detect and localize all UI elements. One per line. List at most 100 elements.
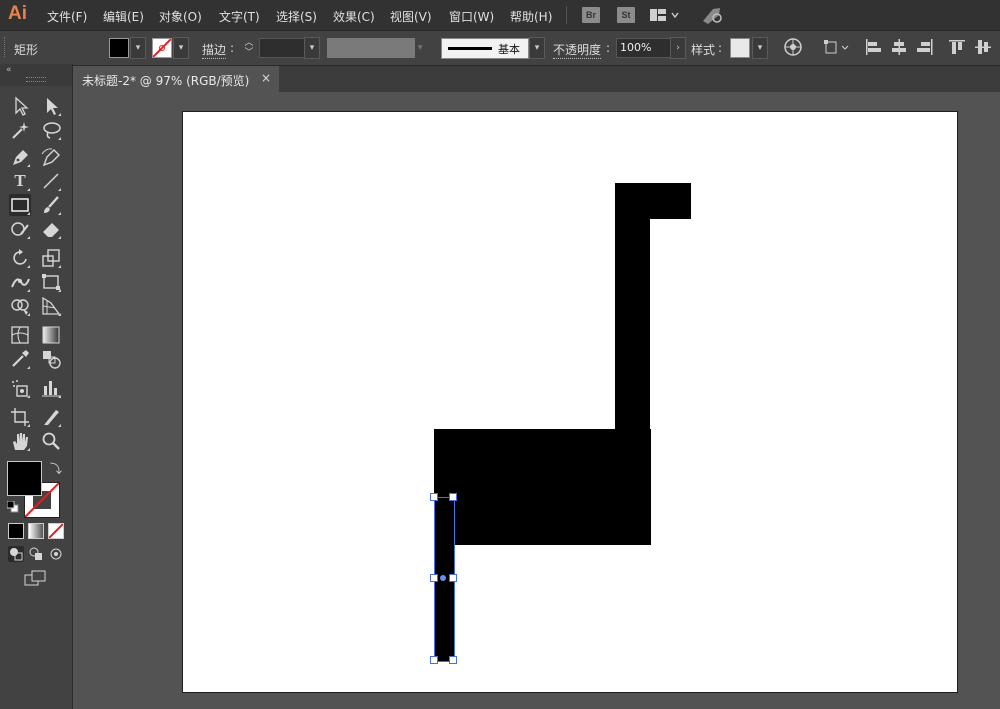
column-graph-tool[interactable] (40, 377, 62, 399)
color-mode-button[interactable] (8, 523, 24, 539)
none-mode-button[interactable] (48, 523, 64, 539)
blend-tool[interactable] (40, 348, 62, 370)
menu-window[interactable]: 窗口(W) (449, 8, 494, 25)
resize-handle-middle-left[interactable] (430, 574, 438, 582)
fill-color-box[interactable] (7, 461, 42, 496)
resize-handle-top-right[interactable] (449, 493, 457, 501)
mesh-tool[interactable] (9, 324, 31, 346)
rotate-tool[interactable] (9, 247, 31, 269)
align-center-button[interactable] (890, 38, 908, 56)
align-left-button[interactable] (864, 38, 882, 56)
scale-tool[interactable] (40, 247, 62, 269)
menu-bar: Ai 文件(F) 编辑(E) 对象(O) 文字(T) 选择(S) 效果(C) 视… (0, 0, 1000, 30)
graphic-style-swatch[interactable] (730, 38, 750, 58)
stroke-dropdown[interactable]: ▾ (173, 37, 189, 59)
draw-behind-button[interactable] (28, 546, 44, 565)
direct-selection-tool[interactable] (40, 95, 62, 117)
default-colors-button[interactable] (6, 500, 19, 516)
stock-button[interactable]: St (617, 7, 635, 23)
shape-builder-tool[interactable] (9, 295, 31, 317)
perspective-grid-tool[interactable] (40, 295, 62, 317)
menu-view[interactable]: 视图(V) (390, 8, 432, 25)
gradient-tool[interactable] (40, 324, 62, 346)
panel-grip[interactable] (4, 37, 8, 57)
stroke-swatch[interactable] (152, 38, 172, 58)
artboard[interactable] (182, 111, 958, 693)
close-tab-button[interactable]: × (261, 71, 271, 85)
menu-effect[interactable]: 效果(C) (333, 8, 375, 25)
resize-handle-top-left[interactable] (430, 493, 438, 501)
fill-dropdown[interactable]: ▾ (130, 37, 146, 59)
menu-type[interactable]: 文字(T) (219, 8, 260, 25)
bridge-button[interactable]: Br (582, 7, 600, 23)
document-tab[interactable]: 未标题-2* @ 97% (RGB/预览) × (73, 66, 279, 92)
stroke-weight-dropdown[interactable]: ▾ (304, 37, 320, 59)
opacity-input[interactable]: 100% (616, 38, 671, 58)
stroke-weight-label[interactable]: 描边 (202, 41, 227, 59)
line-segment-tool[interactable] (40, 170, 62, 192)
tools-panel-header[interactable]: « (0, 64, 72, 86)
opacity-colon: : (606, 41, 611, 55)
color-wheel-icon (784, 38, 802, 56)
collapse-panel-icon[interactable]: « (6, 65, 12, 75)
stroke-weight-input[interactable] (259, 38, 305, 58)
type-t-icon: T (14, 171, 26, 190)
resize-handle-bottom-right[interactable] (449, 656, 457, 664)
fill-swatch[interactable] (109, 38, 129, 58)
symbol-sprayer-tool[interactable] (9, 377, 31, 399)
graphic-style-dropdown[interactable]: ▾ (752, 37, 768, 59)
menu-object[interactable]: 对象(O) (159, 8, 202, 25)
current-tool-label: 矩形 (14, 43, 39, 57)
width-tool[interactable] (9, 271, 31, 293)
menu-select[interactable]: 选择(S) (276, 8, 317, 25)
menu-help[interactable]: 帮助(H) (510, 8, 552, 25)
default-colors-icon (6, 500, 19, 513)
align-right-button[interactable] (916, 38, 934, 56)
eraser-tool[interactable] (40, 218, 62, 240)
brush-stroke-preview (448, 47, 492, 50)
brush-definition-box[interactable]: 基本 (441, 38, 529, 59)
eyedropper-tool[interactable] (9, 348, 31, 370)
swap-colors-icon[interactable]: ⤵ (50, 460, 62, 477)
align-vertical-center-button[interactable] (974, 38, 992, 56)
variable-width-dropdown[interactable]: ▾ (418, 38, 432, 58)
transform-options-button[interactable] (824, 38, 852, 56)
menu-file[interactable]: 文件(F) (47, 8, 87, 25)
align-right-icon (917, 39, 933, 55)
selection-tool[interactable] (9, 95, 31, 117)
stroke-weight-stepper[interactable]: ︿ ﹀ (242, 38, 256, 58)
pen-tool[interactable] (9, 146, 31, 168)
draw-normal-button[interactable] (8, 546, 24, 565)
workspace-switcher-button[interactable] (650, 8, 680, 25)
type-tool[interactable]: T (9, 170, 31, 192)
draw-inside-button[interactable] (48, 546, 64, 565)
change-screen-mode-button[interactable] (24, 570, 48, 591)
recolor-artwork-button[interactable] (784, 38, 802, 56)
artboard-tool[interactable] (9, 406, 31, 428)
resize-handle-bottom-left[interactable] (430, 656, 438, 664)
curvature-tool[interactable] (40, 146, 62, 168)
gpu-performance-button[interactable] (700, 5, 724, 28)
gradient-mode-button[interactable] (28, 523, 44, 539)
opacity-arrow[interactable]: › (670, 37, 686, 59)
brush-dropdown[interactable]: ▾ (529, 37, 545, 59)
variable-width-profile[interactable] (327, 38, 415, 58)
shaper-tool[interactable] (9, 218, 31, 240)
slice-tool[interactable] (40, 406, 62, 428)
paintbrush-tool[interactable] (40, 194, 62, 216)
curvature-pen-icon (41, 148, 60, 167)
align-top-button[interactable] (948, 38, 966, 56)
lasso-tool[interactable] (40, 119, 62, 141)
stroke-colon: : (230, 41, 235, 55)
opacity-label[interactable]: 不透明度 (553, 41, 602, 59)
menu-edit[interactable]: 编辑(E) (103, 8, 144, 25)
zoom-tool[interactable] (40, 430, 62, 452)
shape-body-rectangle[interactable] (434, 429, 651, 545)
brush-style-label: 基本 (498, 43, 520, 56)
magic-wand-tool[interactable] (9, 119, 31, 141)
resize-handle-middle-right[interactable] (449, 574, 457, 582)
free-transform-tool[interactable] (40, 271, 62, 293)
rectangle-tool[interactable] (9, 194, 31, 216)
hand-tool[interactable] (9, 430, 31, 452)
rocket-icon (703, 8, 722, 24)
